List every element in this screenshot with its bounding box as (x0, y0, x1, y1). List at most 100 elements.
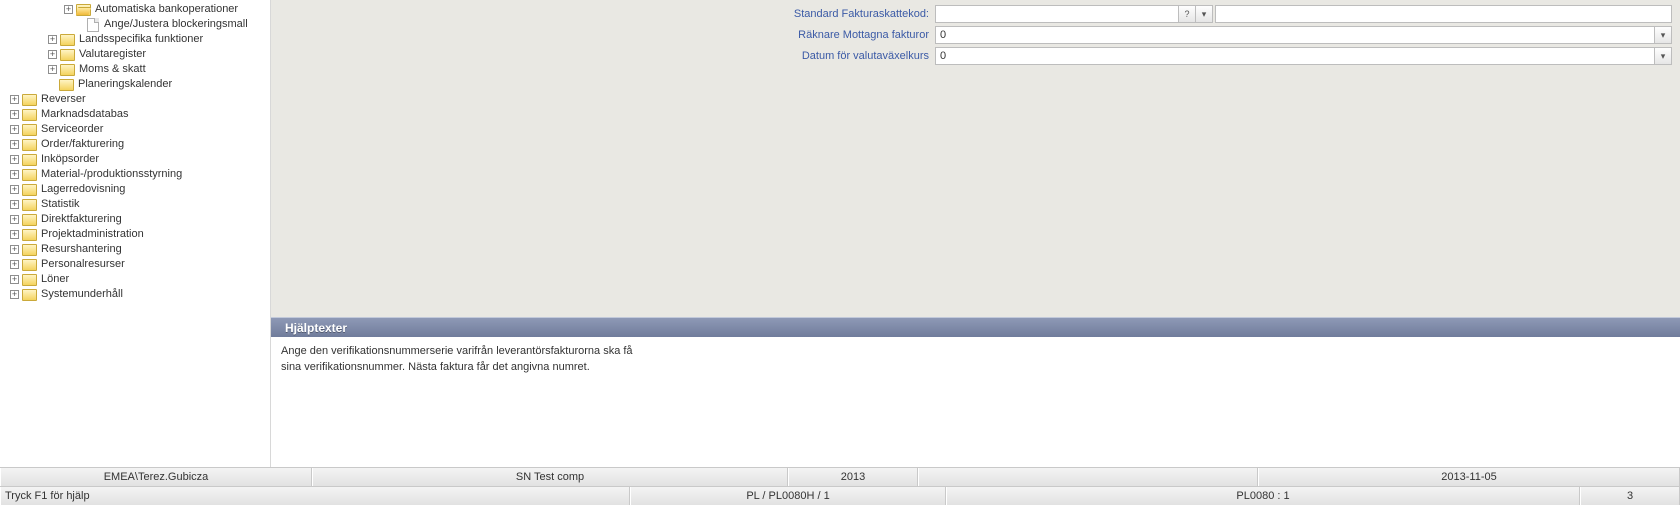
expand-icon[interactable]: + (10, 215, 19, 224)
tree-label: Planeringskalender (76, 77, 172, 92)
expand-icon[interactable]: + (48, 35, 57, 44)
tree-label: Moms & skatt (77, 62, 146, 77)
folder-icon (60, 34, 75, 46)
folder-open-icon (76, 4, 91, 16)
tree-label: Resurshantering (39, 242, 122, 257)
tree-node[interactable]: Planeringskalender (4, 77, 266, 92)
tree-node[interactable]: + Moms & skatt (4, 62, 266, 77)
expand-icon[interactable]: + (10, 185, 19, 194)
status-program: PL / PL0080H / 1 (630, 487, 946, 505)
tree-label: Serviceorder (39, 122, 103, 137)
tree-label: Systemunderhåll (39, 287, 123, 302)
folder-icon (22, 169, 37, 181)
tree-node[interactable]: + Resurshantering (4, 242, 266, 257)
status-year: 2013 (788, 468, 918, 486)
tree-node[interactable]: + Valutaregister (4, 47, 266, 62)
form-row-datum-valutavaxelkurs: Datum för valutaväxelkurs ▾ (271, 46, 1672, 66)
standard-fakturaskattekod-desc-input[interactable] (1215, 5, 1672, 23)
expand-icon[interactable]: + (10, 230, 19, 239)
tree-node[interactable]: + Landsspecifika funktioner (4, 32, 266, 47)
folder-icon (22, 259, 37, 271)
expand-icon[interactable]: + (10, 155, 19, 164)
tree-label: Valutaregister (77, 47, 146, 62)
form-area: Standard Fakturaskattekod: ? ▾ Räknare M… (271, 0, 1680, 317)
lookup-button[interactable]: ? (1179, 5, 1196, 23)
tree-label: Marknadsdatabas (39, 107, 128, 122)
form-row-raknare-mottagna-fakturor: Räknare Mottagna fakturor ▾ (271, 25, 1672, 45)
expand-icon[interactable]: + (48, 50, 57, 59)
raknare-mottagna-fakturor-input[interactable] (935, 26, 1655, 44)
tree-label: Ange/Justera blockeringsmall (102, 17, 248, 32)
tree-node[interactable]: +Projektadministration (4, 227, 266, 242)
dropdown-button[interactable]: ▾ (1655, 47, 1672, 65)
expand-icon[interactable]: + (10, 275, 19, 284)
status-blank (918, 468, 1258, 486)
tree-node[interactable]: + Systemunderhåll (4, 287, 266, 302)
tree-node[interactable]: + Automatiska bankoperationer (4, 2, 266, 17)
help-panel-header: Hjälptexter (271, 317, 1680, 337)
expand-icon[interactable]: + (64, 5, 73, 14)
tree-node[interactable]: + Lagerredovisning (4, 182, 266, 197)
dropdown-button[interactable]: ▾ (1196, 5, 1213, 23)
folder-icon (22, 139, 37, 151)
expand-icon[interactable]: + (10, 125, 19, 134)
expand-icon[interactable]: + (10, 260, 19, 269)
tree-label: Automatiska bankoperationer (93, 2, 238, 17)
folder-icon (22, 109, 37, 121)
expand-icon[interactable]: + (10, 170, 19, 179)
folder-icon (60, 64, 75, 76)
status-date: 2013-11-05 (1258, 468, 1680, 486)
tree-node[interactable]: + Material-/produktionsstyrning (4, 167, 266, 182)
tree-label: Löner (39, 272, 69, 287)
tree-label: Inköpsorder (39, 152, 99, 167)
tree-node[interactable]: +Direktfakturering (4, 212, 266, 227)
folder-icon (22, 229, 37, 241)
tree-label: Reverser (39, 92, 86, 107)
file-icon (87, 18, 99, 32)
status-task: PL0080 : 1 (946, 487, 1580, 505)
expand-icon[interactable]: + (10, 140, 19, 149)
tree-node[interactable]: + Inköpsorder (4, 152, 266, 167)
folder-icon (22, 199, 37, 211)
expand-icon[interactable]: + (10, 95, 19, 104)
folder-icon (22, 94, 37, 106)
folder-icon (22, 244, 37, 256)
help-text-line: sina verifikationsnummer. Nästa faktura … (281, 359, 1670, 375)
tree-node[interactable]: + Marknadsdatabas (4, 107, 266, 122)
folder-icon (22, 214, 37, 226)
main-panel: Standard Fakturaskattekod: ? ▾ Räknare M… (270, 0, 1680, 467)
folder-icon (59, 79, 74, 91)
status-bar-2: Tryck F1 för hjälp PL / PL0080H / 1 PL00… (0, 486, 1680, 505)
expand-icon[interactable]: + (10, 110, 19, 119)
status-user: EMEA\Terez.Gubicza (0, 468, 312, 486)
field-label: Datum för valutaväxelkurs (271, 50, 935, 62)
help-panel-body: Ange den verifikationsnummerserie varifr… (271, 337, 1680, 467)
folder-icon (22, 184, 37, 196)
expand-icon[interactable]: + (10, 200, 19, 209)
dropdown-button[interactable]: ▾ (1655, 26, 1672, 44)
tree-node[interactable]: + Serviceorder (4, 122, 266, 137)
folder-icon (60, 49, 75, 61)
expand-icon[interactable]: + (10, 290, 19, 299)
expand-icon[interactable]: + (10, 245, 19, 254)
tree-node[interactable]: +Statistik (4, 197, 266, 212)
expand-icon[interactable]: + (48, 65, 57, 74)
tree-label: Personalresurser (39, 257, 125, 272)
tree-node[interactable]: + Personalresurser (4, 257, 266, 272)
folder-icon (22, 154, 37, 166)
status-bar-1: EMEA\Terez.Gubicza SN Test comp 2013 201… (0, 467, 1680, 486)
standard-fakturaskattekod-input[interactable] (935, 5, 1179, 23)
tree-node[interactable]: Ange/Justera blockeringsmall (4, 17, 266, 32)
folder-icon (22, 124, 37, 136)
tree-label: Order/fakturering (39, 137, 124, 152)
datum-valutavaxelkurs-input[interactable] (935, 47, 1655, 65)
tree-label: Landsspecifika funktioner (77, 32, 203, 47)
tree-node[interactable]: + Reverser (4, 92, 266, 107)
tree-label: Lagerredovisning (39, 182, 125, 197)
tree-label: Material-/produktionsstyrning (39, 167, 182, 182)
status-company: SN Test comp (312, 468, 788, 486)
tree-node[interactable]: + Order/fakturering (4, 137, 266, 152)
folder-icon (22, 274, 37, 286)
status-number: 3 (1580, 487, 1680, 505)
tree-node[interactable]: + Löner (4, 272, 266, 287)
